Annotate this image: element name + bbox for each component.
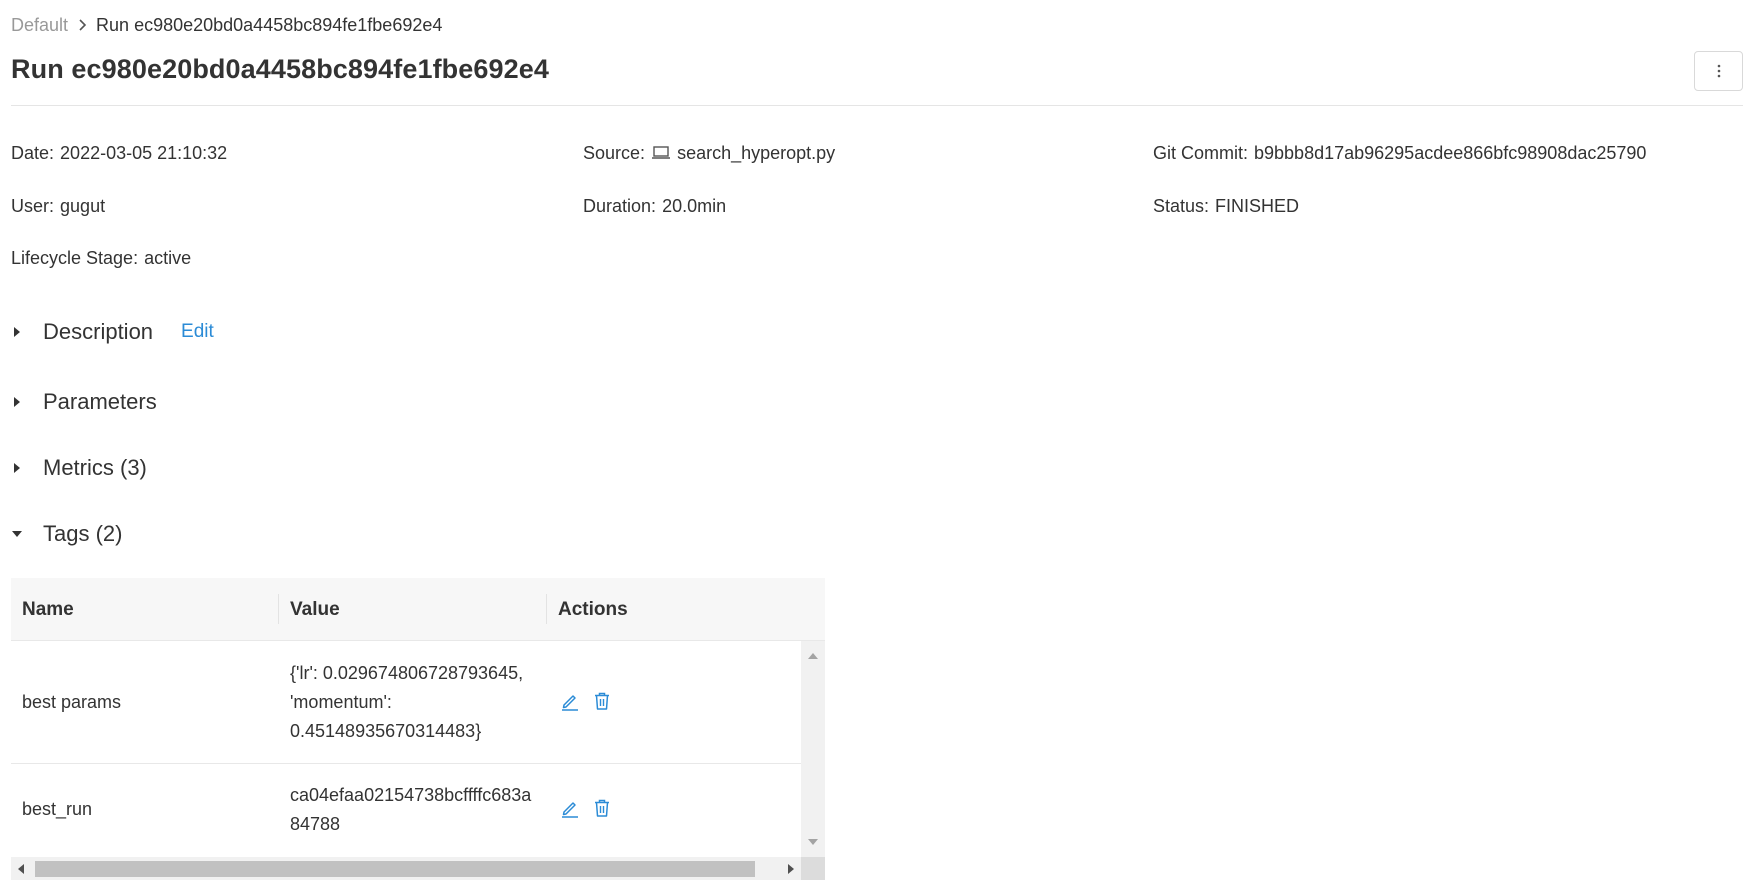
- section-metrics-label: Metrics (3): [43, 455, 147, 480]
- scroll-up-arrow-icon[interactable]: [807, 647, 819, 665]
- meta-status: Status: FINISHED: [1153, 195, 1300, 216]
- section-tags-label: Tags (2): [43, 521, 123, 546]
- tag-value-cell: ca04efaa02154738bcffffc683a 84788: [290, 785, 532, 834]
- scroll-down-arrow-icon[interactable]: [807, 833, 819, 851]
- column-divider: [278, 594, 279, 624]
- scroll-left-arrow-icon[interactable]: [17, 862, 25, 880]
- description-edit-link[interactable]: Edit: [181, 321, 214, 343]
- column-header-actions: Actions: [558, 598, 628, 620]
- tags-table-body: best params {'lr': 0.029674806728793645,…: [11, 641, 801, 857]
- meta-git-commit-value: b9bbb8d17ab96295acdee866bfc98908dac25790: [1254, 142, 1647, 163]
- chevron-right-icon: [78, 18, 87, 32]
- tag-actions: [560, 691, 612, 711]
- meta-duration: Duration:20.0min: [583, 195, 727, 216]
- breadcrumb-root-link[interactable]: Default: [11, 15, 68, 36]
- section-description-toggle[interactable]: Description Edit: [11, 317, 214, 347]
- tags-table-header: Name Value Actions: [11, 578, 825, 641]
- tags-table: Name Value Actions best params {'lr': 0.…: [11, 578, 825, 880]
- tag-actions: [560, 798, 612, 818]
- meta-lifecycle-value: active: [144, 247, 192, 268]
- column-header-name: Name: [22, 598, 74, 620]
- caret-right-icon: [11, 396, 23, 408]
- more-vertical-icon: [1717, 64, 1721, 78]
- meta-status-label: Status: [1153, 195, 1205, 216]
- table-row: best params {'lr': 0.029674806728793645,…: [11, 641, 801, 764]
- meta-status-value: FINISHED: [1215, 195, 1300, 216]
- delete-icon[interactable]: [592, 691, 612, 711]
- breadcrumb: Default Run ec980e20bd0a4458bc894fe1fbe6…: [11, 13, 442, 37]
- meta-source: Source: search_hyperopt.py: [583, 142, 836, 164]
- tag-name-cell: best params: [22, 692, 122, 712]
- meta-git-commit: Git Commit: b9bbb8d17ab96295acdee866bfc98…: [1153, 142, 1647, 163]
- scroll-right-arrow-icon[interactable]: [787, 862, 795, 880]
- meta-user: User: gugut: [11, 195, 106, 216]
- section-metrics-toggle[interactable]: Metrics (3): [11, 453, 147, 483]
- meta-date-value: 2022-03-05 21:10:32: [60, 142, 228, 163]
- section-description-label: Description: [43, 319, 154, 344]
- laptop-icon: [651, 145, 671, 161]
- caret-right-icon: [11, 462, 23, 474]
- meta-lifecycle: Lifecycle Stage: active: [11, 247, 192, 268]
- title-divider: [11, 105, 1743, 106]
- meta-date-label: Date: [11, 142, 50, 163]
- horizontal-scroll-thumb[interactable]: [35, 861, 755, 877]
- column-divider: [546, 594, 547, 624]
- meta-user-label: User: [11, 195, 50, 216]
- caret-right-icon: [11, 326, 23, 338]
- edit-icon[interactable]: [560, 798, 580, 818]
- page-title: Run ec980e20bd0a4458bc894fe1fbe692e4: [11, 54, 549, 84]
- vertical-scrollbar[interactable]: [801, 641, 825, 857]
- meta-git-commit-label: Git Commit: [1153, 142, 1243, 163]
- section-parameters-toggle[interactable]: Parameters: [11, 387, 157, 417]
- horizontal-scrollbar[interactable]: [11, 857, 801, 880]
- scrollbar-corner: [801, 857, 825, 880]
- meta-duration-label: Duration: [583, 195, 652, 216]
- meta-source-label: Source: [583, 142, 641, 163]
- table-row: best_run ca04efaa02154738bcffffc683a 847…: [11, 764, 801, 857]
- section-parameters-label: Parameters: [43, 389, 157, 414]
- breadcrumb-current: Run ec980e20bd0a4458bc894fe1fbe692e4: [96, 14, 443, 35]
- meta-source-value[interactable]: search_hyperopt.py: [677, 143, 835, 164]
- delete-icon[interactable]: [592, 798, 612, 818]
- caret-down-icon: [11, 530, 23, 538]
- meta-date: Date:2022-03-05 21:10:32: [11, 142, 228, 163]
- meta-duration-value: 20.0min: [662, 195, 727, 216]
- column-header-value: Value: [290, 598, 340, 620]
- meta-user-value: gugut: [60, 195, 106, 216]
- tag-value-cell: {'lr': 0.029674806728793645, 'momentum':…: [290, 663, 524, 741]
- meta-lifecycle-label: Lifecycle Stage: [11, 247, 134, 268]
- more-options-button[interactable]: [1694, 51, 1743, 91]
- section-tags-toggle[interactable]: Tags (2): [11, 519, 122, 549]
- tag-name-cell: best_run: [22, 799, 93, 819]
- edit-icon[interactable]: [560, 691, 580, 711]
